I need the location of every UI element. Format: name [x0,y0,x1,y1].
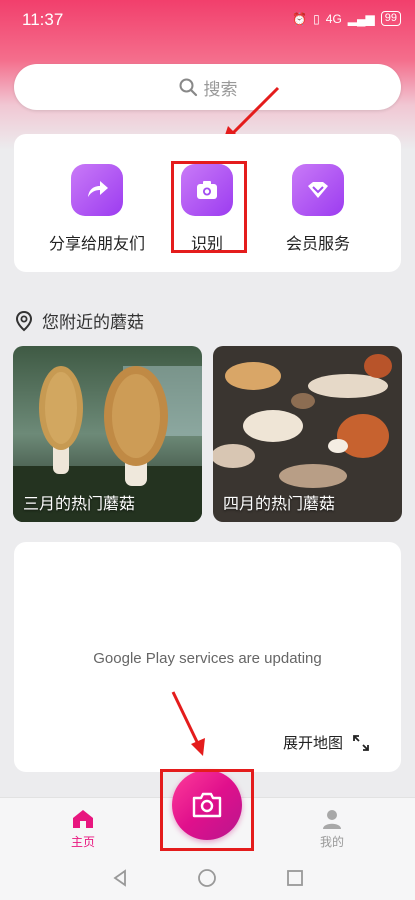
battery-icon: 99 [380,11,401,26]
share-button[interactable]: 分享给朋友们 [37,164,157,254]
expand-map-button[interactable]: 展开地图 [283,732,371,753]
nearby-title-text: 您附近的蘑菇 [42,313,144,333]
location-pin-icon [15,310,33,331]
home-circle-icon[interactable] [197,868,217,888]
recents-icon[interactable] [285,868,305,888]
system-nav-bar [0,860,415,900]
annotation-arrow-bottom [171,691,205,756]
expand-icon [353,734,369,751]
status-time: 11:37 [22,10,64,29]
search-icon [179,78,197,97]
tile-caption: 三月的热门蘑菇 [23,494,136,513]
tile-march-mushrooms[interactable]: 三月的热门蘑菇 [13,346,202,522]
nearby-section-title: 您附近的蘑菇 [14,308,144,333]
nav-home[interactable]: 主页 [53,808,113,850]
signal-icon: ▂▄▆ [347,11,375,26]
highlight-camera-box [160,769,254,851]
search-bar[interactable]: 搜索 [14,64,401,110]
alarm-icon: ⏰ [292,11,308,26]
heart-diamond-icon [292,164,344,216]
status-bar: 11:37 ⏰ ▯ 4G ▂▄▆ 99 [0,0,415,40]
signal-type: 4G [325,11,342,26]
vibrate-icon: ▯ [313,11,320,26]
back-icon[interactable] [110,868,130,888]
nav-home-label: 主页 [70,835,95,849]
share-label: 分享给朋友们 [48,234,145,253]
tile-april-mushrooms[interactable]: 四月的热门蘑菇 [213,346,402,522]
expand-map-label: 展开地图 [282,734,343,752]
status-icons: ⏰ ▯ 4G ▂▄▆ 99 [292,11,401,26]
membership-button[interactable]: 会员服务 [258,164,378,254]
tile-caption: 四月的热门蘑菇 [223,494,336,513]
membership-label: 会员服务 [285,234,350,253]
home-icon [73,810,93,828]
person-icon [323,810,341,829]
nav-me[interactable]: 我的 [302,808,362,850]
highlight-identify-box [171,161,247,253]
share-arrow-icon [71,164,123,216]
map-status-message: Google Play services are updating [93,650,322,667]
nav-me-label: 我的 [319,835,344,849]
